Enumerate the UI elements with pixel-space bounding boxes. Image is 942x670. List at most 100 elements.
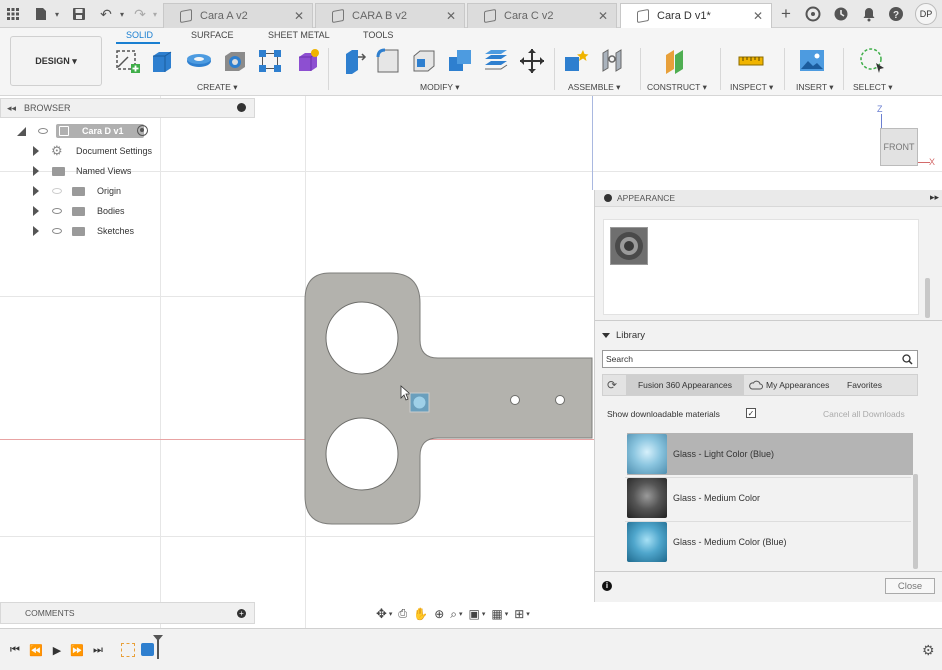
close-icon[interactable]: ✕ bbox=[753, 9, 763, 23]
browser-item-origin[interactable]: Origin bbox=[33, 183, 128, 199]
combine-icon[interactable] bbox=[446, 47, 474, 75]
collapse-triangle-icon[interactable] bbox=[602, 333, 610, 338]
library-search-input[interactable]: Search bbox=[602, 350, 918, 368]
zoom-icon[interactable]: ⊕ bbox=[434, 607, 444, 621]
tab-my-appearances[interactable]: My Appearances bbox=[766, 375, 841, 395]
next-step-icon[interactable]: ⏩ bbox=[70, 643, 84, 657]
material-item[interactable]: Glass - Light Color (Blue) bbox=[627, 433, 913, 475]
hidden-eye-icon[interactable] bbox=[52, 188, 62, 194]
first-step-icon[interactable]: ⏮ bbox=[8, 643, 22, 657]
add-comment-icon[interactable]: + bbox=[237, 609, 246, 618]
chevron-down-icon[interactable]: ▾ bbox=[389, 610, 393, 618]
tab-favorites[interactable]: Favorites bbox=[847, 375, 907, 395]
viewcube[interactable]: Z FRONT X bbox=[872, 104, 940, 170]
timeline-marker-head[interactable] bbox=[153, 635, 163, 641]
scrollbar-thumb[interactable] bbox=[925, 278, 930, 318]
group-create[interactable]: CREATE ▾ bbox=[197, 82, 237, 93]
group-modify[interactable]: MODIFY ▾ bbox=[420, 82, 460, 93]
browser-item-document-settings[interactable]: ⚙ Document Settings bbox=[33, 143, 158, 159]
activate-radio-icon[interactable] bbox=[137, 125, 148, 136]
expand-icon[interactable] bbox=[33, 146, 39, 156]
browser-item-named-views[interactable]: Named Views bbox=[33, 163, 143, 179]
doc-tab-0[interactable]: Cara A v2 ✕ bbox=[163, 3, 313, 28]
chevron-down-icon[interactable]: ▾ bbox=[505, 610, 509, 618]
close-button[interactable]: Close bbox=[885, 578, 935, 594]
new-tab-icon[interactable]: + bbox=[776, 4, 796, 24]
expanded-icon[interactable] bbox=[17, 126, 26, 136]
minimize-icon[interactable] bbox=[604, 194, 612, 202]
previous-step-icon[interactable]: ⏪ bbox=[29, 643, 43, 657]
chevron-down-icon[interactable]: ▾ bbox=[459, 610, 463, 618]
tab-solid[interactable]: SOLID bbox=[126, 30, 153, 40]
extrude-icon[interactable] bbox=[148, 47, 176, 75]
doc-tab-1[interactable]: CARA B v2 ✕ bbox=[315, 3, 465, 28]
appearance-header[interactable]: APPEARANCE ▸▸ bbox=[595, 190, 942, 207]
expand-icon[interactable] bbox=[33, 186, 39, 196]
measure-icon[interactable] bbox=[737, 47, 765, 75]
visibility-icon[interactable] bbox=[38, 128, 48, 134]
chevron-down-icon[interactable]: ▾ bbox=[482, 610, 486, 618]
create-sketch-icon[interactable] bbox=[114, 47, 142, 75]
press-pull-icon[interactable] bbox=[339, 47, 367, 75]
save-icon[interactable] bbox=[70, 5, 88, 23]
info-icon[interactable]: i bbox=[602, 581, 612, 591]
extensions-icon[interactable] bbox=[803, 4, 823, 24]
orbit-icon[interactable]: ✥ bbox=[376, 606, 387, 622]
group-construct[interactable]: CONSTRUCT ▾ bbox=[647, 82, 707, 93]
comments-panel[interactable]: COMMENTS + bbox=[0, 602, 255, 624]
appearance-swatch-icon[interactable] bbox=[610, 227, 648, 265]
expand-icon[interactable] bbox=[33, 206, 39, 216]
grid-settings-icon[interactable]: ▦ bbox=[491, 607, 502, 621]
tab-surface[interactable]: SURFACE bbox=[191, 30, 234, 40]
refresh-icon[interactable]: ⟳ bbox=[607, 378, 617, 392]
cancel-downloads-link[interactable]: Cancel all Downloads bbox=[823, 409, 905, 419]
help-icon[interactable]: ? bbox=[886, 4, 906, 24]
group-select[interactable]: SELECT ▾ bbox=[853, 82, 893, 93]
shell-icon[interactable] bbox=[410, 47, 438, 75]
timeline-sketch-icon[interactable] bbox=[121, 643, 135, 657]
offset-plane-icon[interactable] bbox=[662, 47, 690, 75]
tab-fusion-appearances[interactable]: Fusion 360 Appearances bbox=[626, 375, 744, 395]
tab-tools[interactable]: TOOLS bbox=[363, 30, 393, 40]
play-icon[interactable]: ▶ bbox=[50, 643, 64, 657]
viewports-icon[interactable]: ⊞ bbox=[514, 607, 524, 621]
chevron-down-icon[interactable]: ▾ bbox=[146, 5, 164, 23]
close-icon[interactable]: ✕ bbox=[294, 9, 304, 23]
search-icon[interactable] bbox=[902, 354, 913, 365]
group-insert[interactable]: INSERT ▾ bbox=[796, 82, 834, 93]
rectangular-pattern-icon[interactable] bbox=[256, 47, 284, 75]
chevron-down-icon[interactable]: ▾ bbox=[48, 5, 66, 23]
chevron-down-icon[interactable]: ▾ bbox=[526, 610, 530, 618]
model-body[interactable] bbox=[300, 268, 600, 530]
timeline-extrude-icon[interactable] bbox=[141, 643, 154, 656]
chevron-down-icon[interactable]: ▾ bbox=[113, 5, 131, 23]
minimize-icon[interactable] bbox=[237, 103, 246, 112]
show-downloadable-checkbox[interactable]: ✓ bbox=[746, 408, 756, 418]
joint-icon[interactable] bbox=[598, 47, 626, 75]
create-form-icon[interactable] bbox=[293, 47, 321, 75]
expand-panel-icon[interactable]: ▸▸ bbox=[930, 192, 939, 203]
collapse-icon[interactable]: ◂◂ bbox=[7, 103, 16, 114]
doc-tab-3[interactable]: Cara D v1* ✕ bbox=[620, 3, 772, 28]
viewcube-face-front[interactable]: FRONT bbox=[880, 128, 918, 166]
close-icon[interactable]: ✕ bbox=[446, 9, 456, 23]
move-icon[interactable] bbox=[518, 47, 546, 75]
last-step-icon[interactable]: ⏭ bbox=[91, 643, 105, 657]
browser-root[interactable]: Cara D v1 bbox=[15, 123, 155, 139]
fillet-icon[interactable] bbox=[374, 47, 402, 75]
scrollbar-thumb[interactable] bbox=[913, 474, 918, 569]
browser-item-sketches[interactable]: Sketches bbox=[33, 223, 143, 239]
visibility-icon[interactable] bbox=[52, 228, 62, 234]
look-at-icon[interactable]: ⎙ bbox=[398, 608, 407, 621]
group-assemble[interactable]: ASSEMBLE ▾ bbox=[568, 82, 620, 93]
tab-sheet-metal[interactable]: SHEET METAL bbox=[268, 30, 330, 40]
visibility-icon[interactable] bbox=[52, 208, 62, 214]
notifications-icon[interactable] bbox=[859, 4, 879, 24]
timeline-settings-icon[interactable]: ⚙ bbox=[922, 642, 935, 659]
workspace-switcher[interactable]: DESIGN ▾ bbox=[10, 36, 102, 86]
expand-icon[interactable] bbox=[33, 166, 39, 176]
job-status-icon[interactable] bbox=[831, 4, 851, 24]
select-icon[interactable] bbox=[858, 47, 886, 75]
hole-icon[interactable] bbox=[221, 47, 249, 75]
expand-icon[interactable] bbox=[33, 226, 39, 236]
